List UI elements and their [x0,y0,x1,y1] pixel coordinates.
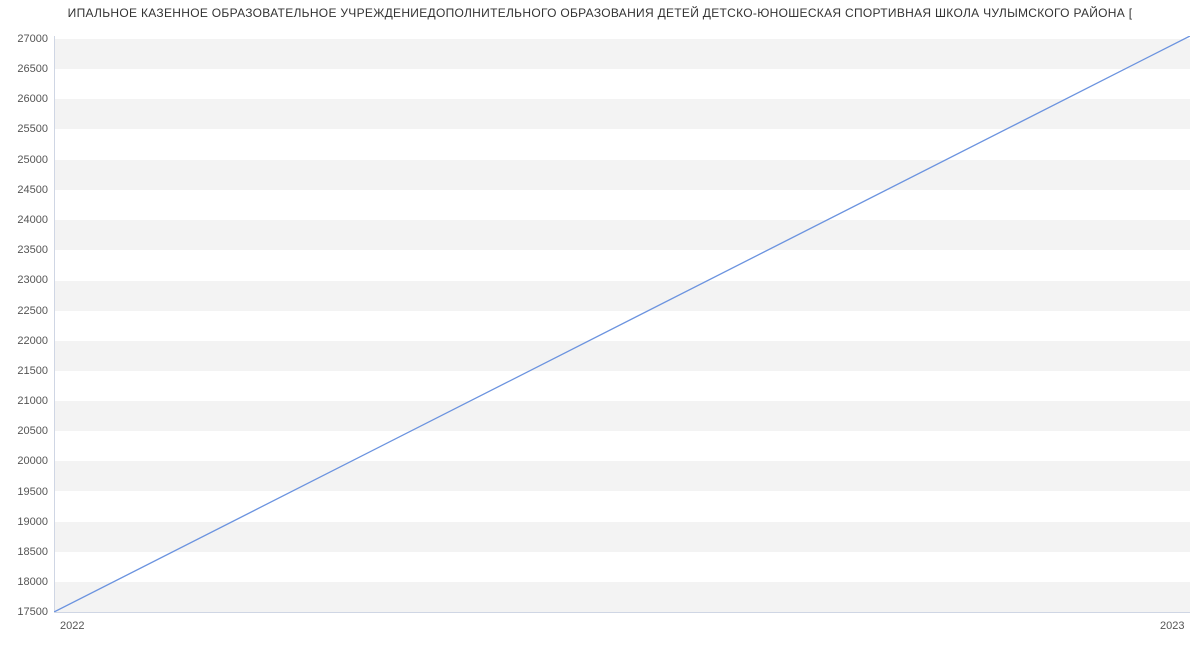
y-tick: 22500 [0,305,48,317]
y-tick: 25000 [0,154,48,166]
y-tick: 21000 [0,395,48,407]
y-tick: 24500 [0,184,48,196]
chart-title: ИПАЛЬНОЕ КАЗЕННОЕ ОБРАЗОВАТЕЛЬНОЕ УЧРЕЖД… [0,6,1200,20]
y-tick: 22000 [0,335,48,347]
y-tick: 23000 [0,274,48,286]
y-tick: 21500 [0,365,48,377]
y-tick: 19000 [0,516,48,528]
y-tick: 17500 [0,606,48,618]
y-tick: 19500 [0,486,48,498]
plot-area [54,36,1190,612]
x-tick: 2023 [1160,620,1184,632]
x-tick: 2022 [60,620,84,632]
y-tick: 20500 [0,425,48,437]
y-tick: 20000 [0,455,48,467]
chart-container: ИПАЛЬНОЕ КАЗЕННОЕ ОБРАЗОВАТЕЛЬНОЕ УЧРЕЖД… [0,0,1200,650]
y-tick: 26500 [0,63,48,75]
y-tick: 27000 [0,33,48,45]
y-tick: 24000 [0,214,48,226]
x-axis-line [54,612,1190,613]
y-tick: 18500 [0,546,48,558]
y-tick: 26000 [0,93,48,105]
y-tick: 18000 [0,576,48,588]
series-line [54,36,1190,612]
series-svg [54,36,1190,612]
y-tick: 23500 [0,244,48,256]
y-tick: 25500 [0,123,48,135]
